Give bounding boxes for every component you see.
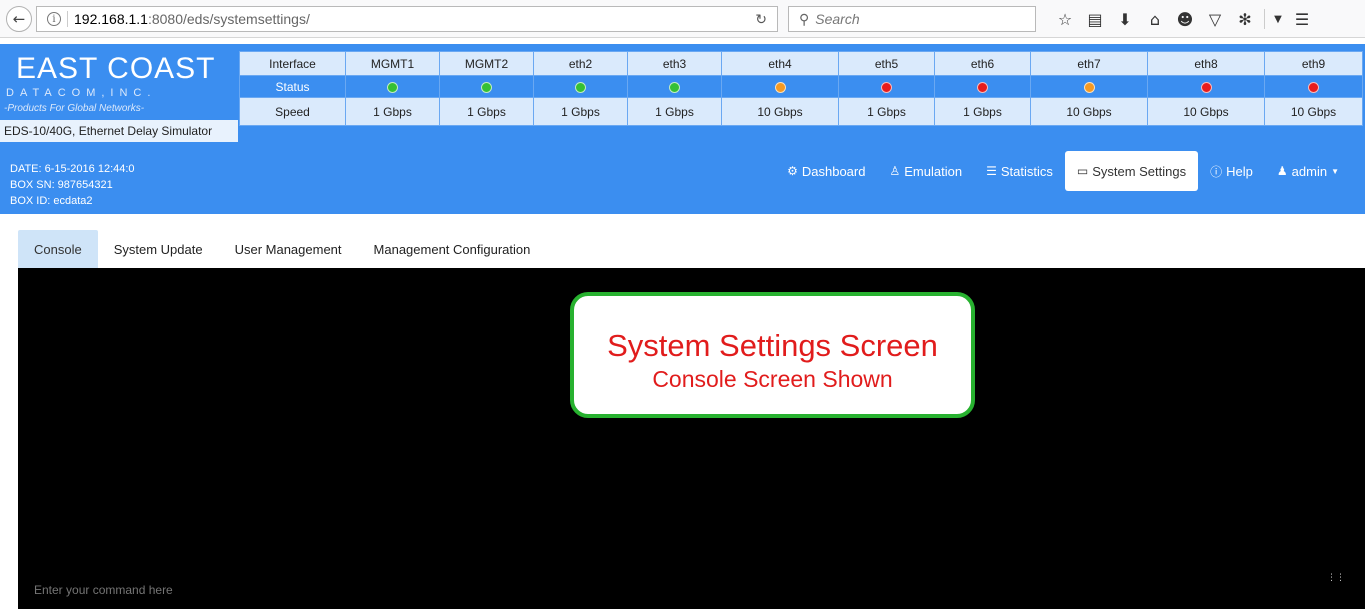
resize-grip-icon[interactable]: ⋮⋮ xyxy=(1327,573,1345,583)
interface-speed: 10 Gbps xyxy=(1030,97,1148,126)
browser-toolbar-icons: ☆ ▤ ⬇ ⌂ ☻ ▽ ✻ ▼ ☰ xyxy=(1050,8,1317,30)
status-led xyxy=(1308,81,1319,93)
interface-speed: 1 Gbps xyxy=(838,97,935,126)
menu-icon[interactable]: ☰ xyxy=(1287,8,1317,30)
interface-name: eth9 xyxy=(1264,51,1363,76)
interface-name: MGMT2 xyxy=(439,51,534,76)
search-placeholder: Search xyxy=(815,11,860,27)
home-icon[interactable]: ⌂ xyxy=(1140,8,1170,30)
company-logo: EAST COAST DATACOM,INC. -Products For Gl… xyxy=(0,44,238,144)
interface-name: eth7 xyxy=(1030,51,1148,76)
box-id: BOX ID: ecdata2 xyxy=(10,195,93,207)
status-led xyxy=(881,81,892,93)
nav-dashboard[interactable]: ⚙ Dashboard xyxy=(775,151,877,191)
interface-name: eth4 xyxy=(721,51,839,76)
interface-speed: 10 Gbps xyxy=(1147,97,1265,126)
interface-row: Interface MGMT1 MGMT2 eth2 eth3 eth4 eth… xyxy=(239,51,1363,76)
pocket-icon[interactable]: ▽ xyxy=(1200,8,1230,30)
interface-name: eth3 xyxy=(627,51,722,76)
user-icon: ♟ xyxy=(1276,164,1288,178)
status-led xyxy=(387,81,398,93)
logo-tagline: -Products For Global Networks- xyxy=(4,103,145,114)
browser-toolbar: ← i 192.168.1.1:8080/eds/systemsettings/… xyxy=(0,0,1365,38)
list-icon: ☰ xyxy=(986,164,997,178)
nav-user-label: admin xyxy=(1291,163,1328,179)
browser-search-input[interactable]: ⚲ Search xyxy=(788,6,1036,32)
annotation-callout: System Settings Screen Console Screen Sh… xyxy=(570,292,975,418)
nav-emulation-label: Emulation xyxy=(904,163,963,179)
nav-dashboard-label: Dashboard xyxy=(801,163,866,179)
chat-icon[interactable]: ☻ xyxy=(1170,8,1200,30)
app-header: EAST COAST DATACOM,INC. -Products For Gl… xyxy=(0,44,1365,214)
logo-subtitle: DATACOM,INC. xyxy=(6,87,157,99)
interface-name: eth2 xyxy=(533,51,628,76)
logo-title: EAST COAST xyxy=(16,52,216,85)
status-led xyxy=(575,81,586,93)
users-icon: ♙ xyxy=(889,164,901,178)
info-icon[interactable]: i xyxy=(47,12,61,26)
interface-name: eth6 xyxy=(934,51,1031,76)
interface-speed: 1 Gbps xyxy=(627,97,722,126)
url-separator xyxy=(67,11,68,27)
speed-row-label: Speed xyxy=(239,97,346,126)
tab-system-update[interactable]: System Update xyxy=(98,230,219,268)
tab-console[interactable]: Console xyxy=(18,230,98,268)
status-led xyxy=(481,81,492,93)
toolbar-separator xyxy=(1264,9,1265,29)
url-bar[interactable]: i 192.168.1.1:8080/eds/systemsettings/ ↻ xyxy=(36,6,778,32)
box-date: DATE: 6-15-2016 12:44:0 xyxy=(10,163,135,175)
status-led xyxy=(977,81,988,93)
monitor-icon: ▭ xyxy=(1076,164,1089,178)
chevron-down-icon[interactable]: ▼ xyxy=(1269,8,1287,30)
status-led xyxy=(774,81,786,93)
nav-statistics-label: Statistics xyxy=(1000,163,1053,179)
interface-speed: 10 Gbps xyxy=(721,97,839,126)
tab-user-management[interactable]: User Management xyxy=(219,230,358,268)
bookmark-star-icon[interactable]: ☆ xyxy=(1050,8,1080,30)
interface-speed: 1 Gbps xyxy=(345,97,440,126)
reading-list-icon[interactable]: ▤ xyxy=(1080,8,1110,30)
status-row: Status xyxy=(239,75,1363,98)
status-led xyxy=(1083,81,1095,93)
info-circle-icon: ⓘ xyxy=(1210,164,1223,179)
reload-icon[interactable]: ↻ xyxy=(755,11,767,28)
tab-management-configuration[interactable]: Management Configuration xyxy=(358,230,547,268)
status-led xyxy=(669,81,680,93)
search-icon: ⚲ xyxy=(799,10,810,27)
interface-name: eth8 xyxy=(1147,51,1265,76)
nav-system-settings[interactable]: ▭ System Settings xyxy=(1064,151,1199,191)
url-path: :8080/eds/systemsettings/ xyxy=(147,11,310,27)
callout-title: System Settings Screen xyxy=(607,328,938,363)
status-row-label: Status xyxy=(239,75,346,98)
interface-name: eth5 xyxy=(838,51,935,76)
interface-speed: 1 Gbps xyxy=(439,97,534,126)
box-info: DATE: 6-15-2016 12:44:0 BOX SN: 98765432… xyxy=(10,161,135,209)
settings-tabs: Console System Update User Management Ma… xyxy=(18,230,546,268)
interface-row-label: Interface xyxy=(239,51,346,76)
nav-statistics[interactable]: ☰ Statistics xyxy=(974,151,1065,191)
nav-emulation[interactable]: ♙ Emulation xyxy=(877,151,974,191)
extension-icon[interactable]: ✻ xyxy=(1230,8,1260,30)
product-model: EDS-10/40G, Ethernet Delay Simulator xyxy=(0,120,238,142)
nav-help[interactable]: ⓘ Help xyxy=(1198,151,1265,191)
callout-subtitle: Console Screen Shown xyxy=(652,366,893,392)
box-serial: BOX SN: 987654321 xyxy=(10,179,113,191)
status-led xyxy=(1200,81,1212,93)
dashboard-icon: ⚙ xyxy=(787,164,798,178)
interface-status-table: Interface MGMT1 MGMT2 eth2 eth3 eth4 eth… xyxy=(239,51,1363,126)
url-host: 192.168.1.1 xyxy=(74,11,148,27)
interface-speed: 1 Gbps xyxy=(934,97,1031,126)
speed-row: Speed 1 Gbps 1 Gbps 1 Gbps 1 Gbps 10 Gbp… xyxy=(239,97,1363,126)
nav-help-label: Help xyxy=(1226,163,1253,179)
nav-system-settings-label: System Settings xyxy=(1092,163,1187,179)
back-icon[interactable]: ← xyxy=(6,6,32,32)
interface-speed: 1 Gbps xyxy=(533,97,628,126)
download-icon[interactable]: ⬇ xyxy=(1110,8,1140,30)
interface-name: MGMT1 xyxy=(345,51,440,76)
nav-user-menu[interactable]: ♟ admin ▼ xyxy=(1265,151,1351,191)
interface-speed: 10 Gbps xyxy=(1264,97,1363,126)
main-nav: ⚙ Dashboard ♙ Emulation ☰ Statistics ▭ S… xyxy=(775,151,1351,191)
caret-down-icon: ▼ xyxy=(1331,166,1339,176)
command-input[interactable] xyxy=(34,583,534,597)
